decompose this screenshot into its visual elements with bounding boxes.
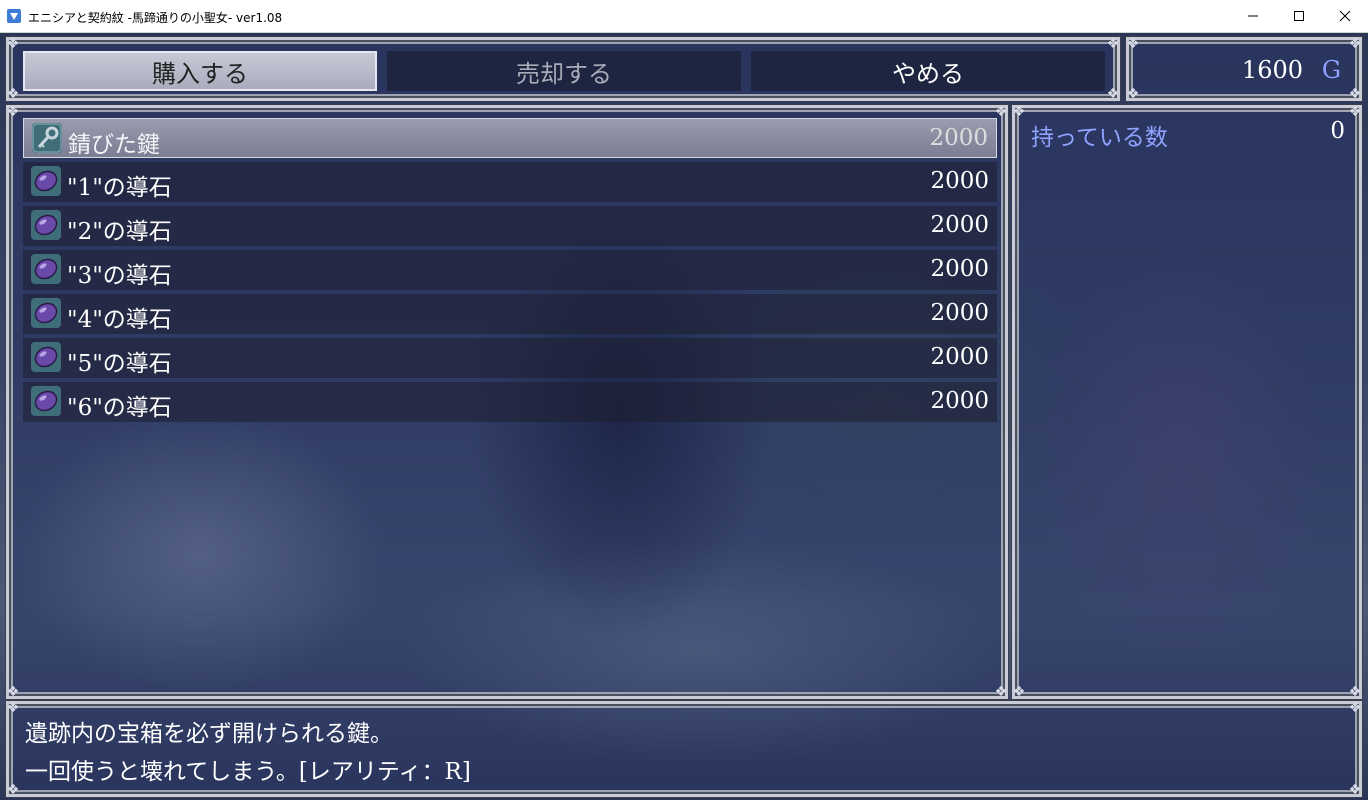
purple-stone-icon [31, 166, 61, 196]
shop-item-row[interactable]: "5"の導石 2000 [23, 338, 997, 378]
item-price: 2000 [930, 388, 989, 414]
shop-command-window: ❖ ❖ ❖ ❖ 購入する 売却する やめる [5, 36, 1121, 102]
shop-item-row[interactable]: "1"の導石 2000 [23, 162, 997, 202]
item-price: 2000 [930, 344, 989, 370]
ornament-icon: ❖ [6, 684, 20, 700]
purple-stone-icon [31, 254, 61, 284]
window-titlebar: エニシアと契約紋 -馬蹄通りの小聖女- ver1.08 [0, 0, 1368, 33]
possession-count: 0 [1330, 118, 1345, 144]
item-price: 2000 [930, 256, 989, 282]
ornament-icon: ❖ [1012, 684, 1026, 700]
item-name: "4"の導石 [67, 307, 172, 333]
game-screen: ❖ ❖ ❖ ❖ 購入する 売却する やめる ❖ ❖ ❖ ❖ 1600 G ❖ ❖… [0, 33, 1368, 800]
possession-label: 持っている数 [1031, 125, 1168, 151]
window-title: エニシアと契約紋 -馬蹄通りの小聖女- ver1.08 [28, 11, 283, 25]
item-price: 2000 [930, 212, 989, 238]
close-icon [1339, 10, 1351, 22]
buy-button[interactable]: 購入する [23, 51, 377, 91]
ornament-icon: ❖ [1348, 782, 1362, 798]
maximize-button[interactable] [1276, 0, 1322, 32]
ornament-icon: ❖ [1126, 36, 1140, 52]
app-icon [7, 9, 21, 23]
shop-status-window: ❖ ❖ ❖ ❖ 持っている数 0 [1011, 104, 1363, 700]
ornament-icon: ❖ [1012, 104, 1026, 120]
item-name: "2"の導石 [67, 219, 172, 245]
ornament-icon: ❖ [6, 782, 20, 798]
ornament-icon: ❖ [1348, 684, 1362, 700]
ornament-icon: ❖ [1348, 36, 1362, 52]
item-price: 2000 [930, 300, 989, 326]
ornament-icon: ❖ [1106, 86, 1120, 102]
purple-stone-icon [31, 386, 61, 416]
shop-item-list: ❖ ❖ ❖ ❖ 錆びた鍵 2000 "1"の導石 2000 "2"の導石 200… [5, 104, 1009, 700]
purple-stone-icon [31, 298, 61, 328]
item-name: "5"の導石 [67, 351, 172, 377]
shop-item-row[interactable]: 錆びた鍵 2000 [23, 118, 997, 158]
key-icon [32, 123, 62, 153]
purple-stone-icon [31, 210, 61, 240]
gold-window: ❖ ❖ ❖ ❖ 1600 G [1125, 36, 1363, 102]
shop-item-row[interactable]: "4"の導石 2000 [23, 294, 997, 334]
maximize-icon [1294, 11, 1304, 21]
help-window: ❖ ❖ ❖ ❖ 遺跡内の宝箱を必ず開けられる鍵。 一回使うと壊れてしまう。[レア… [5, 700, 1363, 798]
ornament-icon: ❖ [1106, 36, 1120, 52]
minimize-icon [1248, 15, 1258, 17]
item-name: "6"の導石 [67, 395, 172, 421]
minimize-button[interactable] [1230, 0, 1276, 32]
ornament-icon: ❖ [1126, 86, 1140, 102]
close-button[interactable] [1322, 0, 1368, 32]
shop-item-row[interactable]: "3"の導石 2000 [23, 250, 997, 290]
ornament-icon: ❖ [6, 86, 20, 102]
item-description-line: 一回使うと壊れてしまう。[レアリティ：R] [25, 759, 471, 785]
item-name: "1"の導石 [67, 175, 172, 201]
ornament-icon: ❖ [6, 36, 20, 52]
shop-item-row[interactable]: "2"の導石 2000 [23, 206, 997, 246]
ornament-icon: ❖ [6, 104, 20, 120]
ornament-icon: ❖ [994, 684, 1008, 700]
gold-unit: G [1321, 56, 1341, 84]
shop-item-row[interactable]: "6"の導石 2000 [23, 382, 997, 422]
item-name: "3"の導石 [67, 263, 172, 289]
gold-amount: 1600 [1241, 56, 1303, 84]
ornament-icon: ❖ [1348, 700, 1362, 716]
ornament-icon: ❖ [1348, 104, 1362, 120]
item-name: 錆びた鍵 [68, 132, 160, 158]
item-price: 2000 [929, 125, 988, 151]
purple-stone-icon [31, 342, 61, 372]
sell-button[interactable]: 売却する [387, 51, 741, 91]
item-description-line: 遺跡内の宝箱を必ず開けられる鍵。 [25, 721, 393, 747]
ornament-icon: ❖ [6, 700, 20, 716]
item-price: 2000 [930, 168, 989, 194]
cancel-button[interactable]: やめる [751, 51, 1105, 91]
ornament-icon: ❖ [1348, 86, 1362, 102]
